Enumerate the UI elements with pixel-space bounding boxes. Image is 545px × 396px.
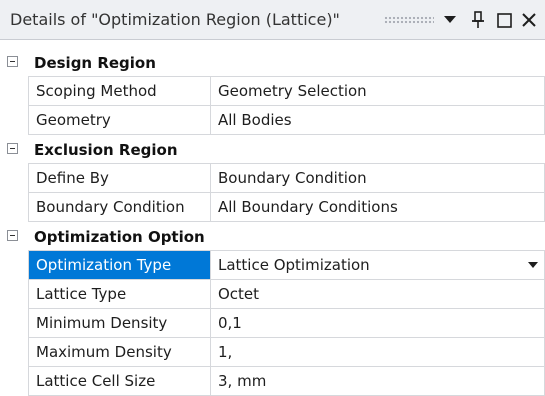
property-grid: Design Region Scoping Method Geometry Se… bbox=[0, 48, 545, 396]
property-value[interactable]: Boundary Condition bbox=[211, 164, 545, 193]
dropdown-arrow-icon[interactable] bbox=[522, 251, 544, 279]
pin-icon[interactable] bbox=[468, 10, 488, 30]
drag-grip[interactable] bbox=[384, 16, 434, 24]
property-value[interactable]: 0,1 bbox=[211, 309, 545, 338]
optimization-type-dropdown[interactable]: Lattice Optimization bbox=[211, 251, 545, 280]
collapse-icon[interactable] bbox=[7, 230, 18, 241]
property-row[interactable]: Geometry All Bodies bbox=[0, 106, 545, 135]
property-row[interactable]: Minimum Density 0,1 bbox=[0, 309, 545, 338]
details-titlebar: Details of "Optimization Region (Lattice… bbox=[0, 0, 545, 40]
maximize-icon[interactable] bbox=[494, 10, 514, 30]
property-row-selected[interactable]: Optimization Type Lattice Optimization bbox=[0, 251, 545, 280]
collapse-icon[interactable] bbox=[7, 143, 18, 154]
details-panel: Details of "Optimization Region (Lattice… bbox=[0, 0, 545, 396]
property-name: Boundary Condition bbox=[28, 193, 211, 222]
property-value[interactable]: All Boundary Conditions bbox=[211, 193, 545, 222]
property-row[interactable]: Scoping Method Geometry Selection bbox=[0, 77, 545, 106]
property-name: Optimization Type bbox=[28, 251, 211, 280]
property-name: Maximum Density bbox=[28, 338, 211, 367]
group-exclusion-region[interactable]: Exclusion Region bbox=[0, 135, 545, 164]
property-value[interactable]: 1, bbox=[211, 338, 545, 367]
property-value: Lattice Optimization bbox=[218, 256, 370, 274]
property-name: Lattice Type bbox=[28, 280, 211, 309]
group-label: Design Region bbox=[34, 54, 156, 72]
property-row[interactable]: Define By Boundary Condition bbox=[0, 164, 545, 193]
property-row[interactable]: Lattice Type Octet bbox=[0, 280, 545, 309]
property-name: Minimum Density bbox=[28, 309, 211, 338]
property-row[interactable]: Boundary Condition All Boundary Conditio… bbox=[0, 193, 545, 222]
group-optimization-option[interactable]: Optimization Option bbox=[0, 222, 545, 251]
close-icon[interactable] bbox=[519, 10, 539, 30]
property-name: Geometry bbox=[28, 106, 211, 135]
property-value[interactable]: Geometry Selection bbox=[211, 77, 545, 106]
group-label: Optimization Option bbox=[34, 228, 205, 246]
group-label: Exclusion Region bbox=[34, 141, 178, 159]
property-name: Scoping Method bbox=[28, 77, 211, 106]
panel-title: Details of "Optimization Region (Lattice… bbox=[10, 10, 340, 29]
property-name: Define By bbox=[28, 164, 211, 193]
property-value[interactable]: All Bodies bbox=[211, 106, 545, 135]
property-value[interactable]: Octet bbox=[211, 280, 545, 309]
collapse-icon[interactable] bbox=[7, 56, 18, 67]
group-design-region[interactable]: Design Region bbox=[0, 48, 545, 77]
property-row[interactable]: Maximum Density 1, bbox=[0, 338, 545, 367]
chevron-down-icon[interactable] bbox=[440, 10, 460, 30]
